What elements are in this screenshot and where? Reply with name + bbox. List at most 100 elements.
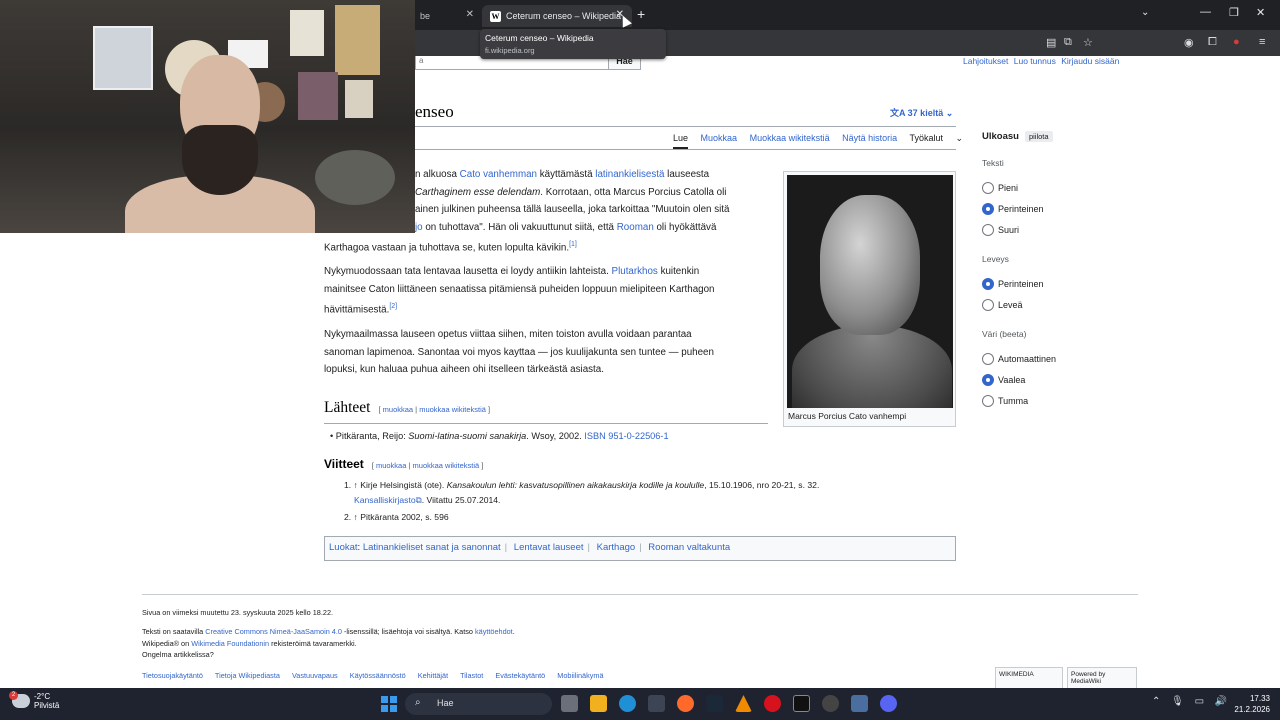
system-tray: ⌃ 🎙 ▭ 🔊 bbox=[1152, 696, 1235, 707]
start-button[interactable] bbox=[381, 696, 397, 712]
footer-link[interactable]: Tietosuojakäytäntö bbox=[142, 671, 203, 680]
category-link[interactable]: Rooman valtakunta bbox=[648, 542, 730, 553]
hide-button[interactable]: piilota bbox=[1024, 131, 1053, 142]
tab-previous[interactable]: be ✕ bbox=[412, 5, 482, 27]
vlc-icon[interactable] bbox=[735, 695, 752, 712]
latin-link[interactable]: latinankielisestä bbox=[595, 169, 664, 180]
radio-color-auto[interactable]: Automaattinen bbox=[982, 353, 1056, 365]
radio-color-light[interactable]: Vaalea bbox=[982, 374, 1025, 386]
chevron-up-icon[interactable]: ⌃ bbox=[1152, 696, 1160, 707]
tab-active-title: Ceterum censeo – Wikipedia bbox=[506, 11, 622, 21]
discord-icon[interactable] bbox=[880, 695, 897, 712]
radio-label: Pieni bbox=[998, 183, 1019, 193]
opera-icon[interactable] bbox=[764, 695, 781, 712]
create-account-link[interactable]: Luo tunnus bbox=[1014, 56, 1056, 66]
profile-icon[interactable]: ◉ bbox=[1184, 36, 1194, 49]
footer-link[interactable]: Käytössäännöstö bbox=[350, 671, 406, 680]
minimize-icon[interactable]: — bbox=[1200, 6, 1211, 18]
login-link[interactable]: Kirjaudu sisään bbox=[1061, 56, 1119, 66]
tab-history[interactable]: Näytä historia bbox=[842, 133, 897, 143]
divider bbox=[142, 594, 1138, 595]
categories-label[interactable]: Luokat bbox=[329, 542, 358, 553]
edge-icon[interactable] bbox=[619, 695, 636, 712]
report-problem-link[interactable]: Ongelma artikkelissa? bbox=[142, 650, 214, 659]
radio-width-wide[interactable]: Leveä bbox=[982, 299, 1023, 311]
obs-icon[interactable] bbox=[822, 695, 839, 712]
edit-source-link[interactable]: muokkaa wikitekstiä bbox=[419, 405, 486, 414]
wikimedia-badge[interactable]: WIKIMEDIA bbox=[995, 667, 1063, 689]
donate-link[interactable]: Lahjoitukset bbox=[963, 56, 1008, 66]
text: Suomi-latina-suomi sanakirja bbox=[408, 431, 527, 441]
steam-icon[interactable] bbox=[706, 695, 723, 712]
rome-link[interactable]: Rooman bbox=[617, 222, 654, 233]
divider bbox=[415, 126, 956, 127]
tab-active[interactable]: W Ceterum censeo – Wikipedia ✕ bbox=[482, 5, 632, 27]
volume-icon[interactable]: 🔊 bbox=[1215, 696, 1227, 707]
paragraph-3: Nykymaailmassa lauseen opetus viittaa si… bbox=[324, 326, 764, 379]
footer-link[interactable]: Kehittäjät bbox=[418, 671, 448, 680]
cato-link[interactable]: Cato vanhemman bbox=[460, 169, 537, 180]
reference-link[interactable]: [1] bbox=[569, 241, 577, 248]
tools-menu[interactable]: Työkalut ⌄ bbox=[910, 133, 964, 143]
ublock-icon[interactable]: ● bbox=[1233, 36, 1240, 48]
isbn-link[interactable]: ISBN 951-0-22506-1 bbox=[584, 431, 668, 441]
tab-edit[interactable]: Muokkaa bbox=[701, 133, 738, 143]
install-app-icon[interactable]: ⧉ bbox=[1064, 36, 1072, 49]
headphones-stand bbox=[315, 150, 395, 205]
tooltip-title: Ceterum censeo – Wikipedia bbox=[485, 33, 594, 43]
task-view-icon[interactable] bbox=[561, 695, 578, 712]
footer-link[interactable]: Tilastot bbox=[460, 671, 483, 680]
link[interactable]: jo bbox=[415, 222, 423, 233]
tab-edit-source[interactable]: Muokkaa wikitekstiä bbox=[750, 133, 830, 143]
category-link[interactable]: Karthago bbox=[597, 542, 636, 553]
firefox-icon[interactable] bbox=[677, 695, 694, 712]
display-icon[interactable]: ▭ bbox=[1195, 696, 1204, 707]
text: Kansakoulun lehti: kasvatusopillinen aik… bbox=[446, 480, 705, 490]
extensions-icon[interactable]: ⧠ bbox=[1208, 36, 1217, 49]
kansalliskirjasto-link[interactable]: Kansalliskirjasto bbox=[354, 495, 416, 505]
bookmark-star-icon[interactable]: ☆ bbox=[1083, 36, 1093, 49]
category-link[interactable]: Latinankieliset sanat ja sanonnat bbox=[363, 542, 501, 553]
weather-widget[interactable]: 2 -2°C Pilvistä bbox=[9, 691, 59, 710]
clock[interactable]: 17.33 21.2.2026 bbox=[1230, 693, 1270, 715]
tab-read[interactable]: Lue bbox=[673, 133, 689, 149]
footer-link[interactable]: Evästekäytäntö bbox=[495, 671, 545, 680]
browser-menu-icon[interactable]: ≡ bbox=[1259, 36, 1265, 48]
radio-text-standard[interactable]: Perinteinen bbox=[982, 203, 1044, 215]
radio-button-icon bbox=[982, 353, 994, 365]
radio-color-dark[interactable]: Tumma bbox=[982, 395, 1028, 407]
close-window-icon[interactable]: ✕ bbox=[1256, 6, 1265, 19]
file-explorer-icon[interactable] bbox=[590, 695, 607, 712]
category-link[interactable]: Lentavat lauseet bbox=[514, 542, 584, 553]
maximize-icon[interactable]: ❐ bbox=[1229, 6, 1239, 19]
wikimedia-link[interactable]: Wikimedia Foundationin bbox=[191, 639, 269, 648]
reference-link[interactable]: [2] bbox=[389, 303, 397, 310]
language-button[interactable]: 文A 37 kieltä ⌄ bbox=[890, 106, 953, 119]
plutarch-link[interactable]: Plutarkhos bbox=[612, 266, 658, 277]
terminal-icon[interactable] bbox=[793, 695, 810, 712]
taskbar-search[interactable]: ⌕ Hae bbox=[405, 693, 552, 715]
radio-text-small[interactable]: Pieni bbox=[982, 182, 1018, 194]
translate-icon: 文A bbox=[890, 108, 908, 118]
tab-search-chevron-icon[interactable]: ⌄ bbox=[1141, 7, 1149, 18]
terms-link[interactable]: käyttöehdot bbox=[475, 627, 513, 636]
reader-mode-icon[interactable]: ▤ bbox=[1046, 36, 1056, 49]
footer-link[interactable]: Vastuuvapaus bbox=[292, 671, 338, 680]
footer-link[interactable]: Mobiilinäkymä bbox=[557, 671, 603, 680]
edit-section-link[interactable]: muokkaa bbox=[383, 405, 413, 414]
footer-link[interactable]: Tietoja Wikipediasta bbox=[215, 671, 280, 680]
microphone-icon[interactable]: 🎙 bbox=[1171, 696, 1184, 707]
edit-section-link[interactable]: muokkaa bbox=[376, 461, 406, 470]
mediawiki-badge[interactable]: Powered by MediaWiki bbox=[1067, 667, 1137, 689]
close-tab-icon[interactable]: ✕ bbox=[466, 9, 474, 20]
store-icon[interactable] bbox=[648, 695, 665, 712]
edit-source-link[interactable]: muokkaa wikitekstiä bbox=[413, 461, 480, 470]
wall-poster bbox=[93, 26, 153, 90]
app-icon[interactable] bbox=[851, 695, 868, 712]
cato-portrait[interactable] bbox=[787, 175, 953, 408]
radio-text-large[interactable]: Suuri bbox=[982, 224, 1019, 236]
radio-width-standard[interactable]: Perinteinen bbox=[982, 278, 1044, 290]
new-tab-button[interactable]: + bbox=[637, 6, 645, 22]
license-link[interactable]: Creative Commons Nimeä-JaaSamoin 4.0 bbox=[205, 627, 342, 636]
text-size-label: Teksti bbox=[982, 158, 1004, 168]
